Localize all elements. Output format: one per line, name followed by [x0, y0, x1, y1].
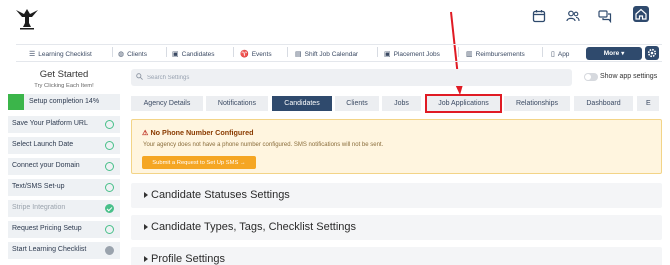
- checklist-label: Stripe Integration: [12, 204, 66, 211]
- nav-app[interactable]: ▯ App: [551, 47, 569, 61]
- checklist-label: Start Learning Checklist: [12, 246, 87, 253]
- nav-events[interactable]: ♈ Events: [240, 47, 272, 61]
- settings-button[interactable]: [645, 46, 659, 60]
- show-app-settings-toggle[interactable]: [584, 73, 598, 81]
- alert-title-row: ⚠ No Phone Number Configured: [142, 128, 253, 137]
- checklist-item-learning[interactable]: Start Learning Checklist: [8, 242, 120, 259]
- home-button[interactable]: [633, 6, 649, 22]
- check-circle-icon: [105, 204, 114, 213]
- checklist-label: Text/SMS Set-up: [12, 183, 65, 190]
- alert-title: No Phone Number Configured: [150, 128, 254, 137]
- nav-shift-job-calendar[interactable]: ▤ Shift Job Calendar: [295, 47, 358, 61]
- warning-icon: ⚠: [142, 128, 149, 137]
- tab-relationships[interactable]: Relationships: [504, 96, 570, 111]
- nav-label: Reimbursements: [475, 50, 525, 58]
- phone-icon: ▯: [551, 51, 555, 58]
- chat-icon[interactable]: [598, 9, 612, 23]
- more-menu-button[interactable]: More ▾: [586, 47, 642, 60]
- nav-reimbursements[interactable]: ▥ Reimbursements: [466, 47, 525, 61]
- tab-overflow[interactable]: E: [637, 96, 659, 111]
- status-circle-icon: [105, 162, 114, 171]
- list-icon: ☰: [29, 51, 36, 58]
- section-profile-settings[interactable]: Profile Settings: [131, 247, 662, 265]
- nav-divider: [377, 47, 378, 57]
- section-candidate-statuses[interactable]: Candidate Statuses Settings: [131, 183, 662, 208]
- checklist-item-sms[interactable]: Text/SMS Set-up: [8, 179, 120, 196]
- sms-warning-alert: ⚠ No Phone Number Configured Your agency…: [131, 119, 662, 174]
- nav-label: Events: [251, 50, 272, 58]
- nav-label: Clients: [127, 50, 147, 58]
- chevron-right-icon: [144, 224, 148, 230]
- nav-placement-jobs[interactable]: ▣ Placement Jobs: [384, 47, 440, 61]
- settings-search: [131, 69, 572, 86]
- receipt-icon: ▥: [466, 51, 473, 58]
- section-title: Candidate Types, Tags, Checklist Setting…: [151, 221, 357, 233]
- nav-divider: [458, 47, 459, 57]
- nav-divider: [287, 47, 288, 57]
- checklist-label: Request Pricing Setup: [12, 225, 82, 232]
- calendar-icon: ▤: [295, 51, 302, 58]
- nav-divider: [166, 47, 167, 57]
- nav-divider: [542, 47, 543, 57]
- users-icon[interactable]: [566, 9, 580, 23]
- nav-divider: [112, 47, 113, 57]
- status-circle-icon: [105, 141, 114, 150]
- checklist-item-launch-date[interactable]: Select Launch Date: [8, 137, 120, 154]
- tab-agency-details[interactable]: Agency Details: [131, 96, 203, 111]
- section-candidate-types[interactable]: Candidate Types, Tags, Checklist Setting…: [131, 215, 662, 240]
- status-circle-icon: [105, 246, 114, 255]
- get-started-title: Get Started: [39, 69, 89, 80]
- pin-icon: ♈: [240, 51, 249, 58]
- status-circle-icon: [105, 120, 114, 129]
- status-circle-icon: [105, 225, 114, 234]
- nav-divider: [233, 47, 234, 57]
- checklist-item-pricing[interactable]: Request Pricing Setup: [8, 221, 120, 238]
- chevron-right-icon: [144, 192, 148, 198]
- checklist-item-domain[interactable]: Connect your Domain: [8, 158, 120, 175]
- request-sms-setup-button[interactable]: Submit a Request to Set Up SMS →: [142, 156, 256, 169]
- section-title: Profile Settings: [151, 253, 225, 265]
- checklist-item-stripe[interactable]: Stripe Integration: [8, 200, 120, 217]
- status-circle-icon: [105, 183, 114, 192]
- tab-jobs[interactable]: Jobs: [382, 96, 421, 111]
- nav-clients[interactable]: ◍ Clients: [118, 47, 147, 61]
- progress-fill: [8, 94, 24, 110]
- gear-icon: [647, 48, 657, 58]
- tab-dashboard[interactable]: Dashboard: [574, 96, 633, 111]
- alert-text: Your agency does not have a phone number…: [143, 142, 384, 148]
- annotation-highlight-box: [425, 94, 502, 113]
- checklist-label: Save Your Platform URL: [12, 120, 88, 127]
- get-started-subtitle: Try Clicking Each Item!: [34, 83, 94, 89]
- progress-label: Setup completion 14%: [29, 98, 100, 105]
- checklist-label: Select Launch Date: [12, 141, 74, 148]
- nav-label: App: [557, 50, 570, 58]
- nav-learning-checklist[interactable]: ☰ Learning Checklist: [29, 47, 92, 61]
- search-icon: [136, 73, 143, 80]
- search-input[interactable]: [147, 72, 547, 83]
- nav-label: Placement Jobs: [393, 50, 440, 58]
- checklist-label: Connect your Domain: [12, 162, 80, 169]
- calendar-icon[interactable]: [532, 9, 546, 23]
- app-root: ☰ Learning Checklist ◍ Clients ▣ Candida…: [0, 0, 670, 265]
- nav-candidates[interactable]: ▣ Candidates: [172, 47, 215, 61]
- eagle-logo-icon[interactable]: [14, 5, 40, 31]
- chevron-down-icon: ▾: [621, 51, 625, 57]
- tab-candidates[interactable]: Candidates: [272, 96, 332, 111]
- briefcase-icon: ▣: [172, 51, 179, 58]
- briefcase-icon: ▣: [384, 51, 391, 58]
- setup-progress: Setup completion 14%: [8, 94, 120, 110]
- more-label: More: [603, 50, 620, 57]
- nav-label: Candidates: [181, 50, 215, 58]
- chevron-right-icon: [144, 256, 148, 262]
- globe-icon: ◍: [118, 51, 125, 58]
- checklist-item-platform-url[interactable]: Save Your Platform URL: [8, 116, 120, 133]
- nav-label: Shift Job Calendar: [304, 50, 359, 58]
- nav-label: Learning Checklist: [38, 50, 92, 58]
- toggle-label: Show app settings: [600, 73, 658, 80]
- tab-clients[interactable]: Clients: [335, 96, 379, 111]
- section-title: Candidate Statuses Settings: [151, 189, 290, 201]
- home-icon: [635, 8, 647, 20]
- tab-notifications[interactable]: Notifications: [206, 96, 268, 111]
